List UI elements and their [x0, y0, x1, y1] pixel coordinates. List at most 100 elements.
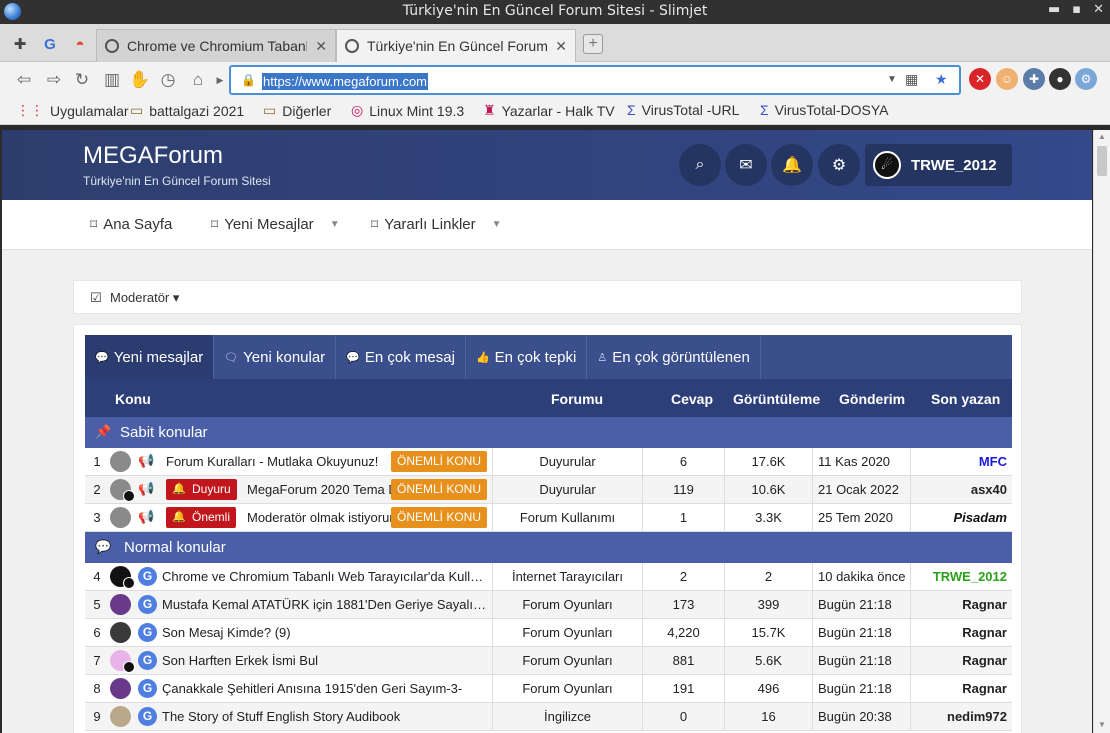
bookmark-halktv[interactable]: ♜ Yazarlar - Halk TV: [483, 102, 615, 119]
tab-megaforum[interactable]: Türkiye'nin En Güncel Forum Sitesi ✕: [336, 29, 576, 62]
forum-name[interactable]: Forum Kullanımı: [492, 504, 642, 531]
col-topic[interactable]: Konu: [115, 391, 151, 407]
avatar[interactable]: [110, 706, 131, 727]
back-arrow-icon[interactable]: ⇦: [12, 68, 36, 92]
search-icon[interactable]: ⌕: [679, 144, 721, 186]
qr-grid-icon[interactable]: ▦: [905, 71, 918, 88]
avatar[interactable]: [110, 594, 131, 615]
hand-icon[interactable]: ✋: [128, 68, 152, 92]
bookmark-linux-mint[interactable]: ◎ Linux Mint 19.3: [351, 102, 464, 119]
checkbox-icon[interactable]: ☑: [90, 290, 102, 306]
address-bar[interactable]: 🔒 https://www.megaforum.com ▼ ▦ ★: [229, 65, 961, 95]
col-sent[interactable]: Gönderim: [839, 391, 905, 407]
url-text[interactable]: https://www.megaforum.com: [262, 73, 428, 90]
table-row[interactable]: 3 📢 Önemli Moderatör olmak istiyorum ÖNE…: [85, 504, 1012, 532]
translate-icon[interactable]: G: [36, 30, 64, 58]
profile-icon[interactable]: ●: [1049, 68, 1071, 90]
bookmark-virustotal-dosya[interactable]: Σ VirusTotal-DOSYA: [760, 102, 889, 118]
tab-en-cok-mesaj[interactable]: 💬 En çok mesaj: [336, 335, 466, 379]
bookmark-battalgazi[interactable]: ▭ battalgazi 2021: [130, 102, 244, 119]
tab-chrome-article[interactable]: Chrome ve Chromium Tabanlı Web ✕: [96, 29, 336, 62]
colorful-app-icon[interactable]: ◓: [66, 30, 94, 58]
puzzle-icon[interactable]: ✚: [6, 30, 34, 58]
bell-icon[interactable]: 🔔: [771, 144, 813, 186]
minimize-button[interactable]: ▬: [1048, 2, 1060, 17]
mail-icon[interactable]: ✉: [725, 144, 767, 186]
bookmark-digerler[interactable]: ▭ Diğerler: [263, 102, 331, 119]
topic-title[interactable]: Son Mesaj Kimde? (9): [162, 619, 492, 646]
new-tab-button[interactable]: +: [583, 34, 603, 54]
gear-icon[interactable]: ⚙: [818, 144, 860, 186]
table-row[interactable]: 7 G Son Harften Erkek İsmi Bul Forum Oyu…: [85, 647, 1012, 675]
nav-ana-sayfa[interactable]: ⌑ Ana Sayfa: [90, 216, 172, 233]
avatar[interactable]: [110, 451, 131, 472]
tab-en-cok-goruntulenen[interactable]: ♙ En çok görüntülenen: [587, 335, 761, 379]
tab-yeni-mesajlar[interactable]: 💬 Yeni mesajlar: [85, 335, 215, 379]
extensions-puzzle-icon[interactable]: ✚: [1023, 68, 1045, 90]
nav-yararli-linkler[interactable]: ⌑ Yararlı Linkler ▼: [371, 216, 502, 233]
table-row[interactable]: 4 G Chrome ve Chromium Tabanlı Web Taray…: [85, 563, 1012, 591]
bookmark-apps[interactable]: ⋮⋮ Uygulamalar: [16, 102, 129, 119]
avatar[interactable]: [110, 678, 131, 699]
forum-name[interactable]: Forum Oyunları: [492, 619, 642, 646]
site-logo[interactable]: MEGAForum: [83, 142, 223, 170]
forum-name[interactable]: Forum Oyunları: [492, 675, 642, 702]
avatar[interactable]: [110, 622, 131, 643]
settings-gear-icon[interactable]: ⚙: [1075, 68, 1097, 90]
col-views[interactable]: Görüntüleme: [733, 391, 820, 407]
table-row[interactable]: 1 📢 Forum Kuralları - Mutlaka Okuyunuz! …: [85, 448, 1012, 476]
scrollbar-thumb[interactable]: [1097, 146, 1107, 176]
last-poster[interactable]: Ragnar: [910, 619, 1010, 646]
topic-title[interactable]: Chrome ve Chromium Tabanlı Web Tarayıcıl…: [162, 563, 492, 590]
topic-title[interactable]: Mustafa Kemal ATATÜRK için 1881'Den Geri…: [162, 591, 492, 618]
scroll-down-icon[interactable]: ▼: [1098, 720, 1106, 729]
last-poster[interactable]: Ragnar: [910, 647, 1010, 674]
maximize-button[interactable]: ▪: [1072, 2, 1081, 17]
table-row[interactable]: 2 📢 Duyuru MegaForum 2020 Tema Destek ÖN…: [85, 476, 1012, 504]
clock-icon[interactable]: ◷: [156, 68, 180, 92]
bookmark-virustotal-url[interactable]: Σ VirusTotal -URL: [627, 102, 739, 118]
col-replies[interactable]: Cevap: [671, 391, 713, 407]
dropdown-icon[interactable]: ▼: [887, 74, 897, 85]
last-poster[interactable]: TRWE_2012: [910, 563, 1010, 590]
tab-close-icon[interactable]: ✕: [315, 38, 327, 55]
table-row[interactable]: 8 G Çanakkale Şehitleri Anısına 1915'den…: [85, 675, 1012, 703]
tab-close-icon[interactable]: ✕: [555, 38, 567, 55]
last-poster[interactable]: nedim972: [910, 703, 1010, 730]
forum-name[interactable]: İnternet Tarayıcıları: [492, 563, 642, 590]
last-poster[interactable]: Pisadam: [910, 504, 1010, 531]
topic-title[interactable]: Çanakkale Şehitleri Anısına 1915'den Ger…: [162, 675, 492, 702]
bookmark-star-icon[interactable]: ★: [935, 71, 948, 88]
face-extension-icon[interactable]: ☺: [996, 68, 1018, 90]
close-window-button[interactable]: ✕: [1093, 2, 1104, 17]
topic-title[interactable]: Moderatör olmak istiyorum: [247, 504, 392, 531]
table-row[interactable]: 5 G Mustafa Kemal ATATÜRK için 1881'Den …: [85, 591, 1012, 619]
forward-arrow-icon[interactable]: ⇨: [42, 68, 66, 92]
adblock-icon[interactable]: ✕: [969, 68, 991, 90]
home-icon[interactable]: ⌂: [186, 68, 210, 92]
col-forum[interactable]: Forumu: [551, 391, 603, 407]
table-row[interactable]: 9 G The Story of Stuff English Story Aud…: [85, 703, 1012, 731]
forum-name[interactable]: Duyurular: [492, 476, 642, 503]
last-poster[interactable]: asx40: [910, 476, 1010, 503]
forum-name[interactable]: İngilizce: [492, 703, 642, 730]
last-poster[interactable]: Ragnar: [910, 675, 1010, 702]
topic-title[interactable]: Son Harften Erkek İsmi Bul: [162, 647, 492, 674]
user-menu-button[interactable]: ☄ TRWE_2012: [865, 144, 1012, 186]
forum-name[interactable]: Duyurular: [492, 448, 642, 475]
caret-down-icon[interactable]: ▼: [492, 219, 502, 230]
table-row[interactable]: 6 G Son Mesaj Kimde? (9) Forum Oyunları …: [85, 619, 1012, 647]
topic-title[interactable]: The Story of Stuff English Story Audiboo…: [162, 703, 492, 730]
reader-icon[interactable]: ▥: [100, 68, 124, 92]
forum-name[interactable]: Forum Oyunları: [492, 591, 642, 618]
last-poster[interactable]: MFC: [910, 448, 1010, 475]
tab-yeni-konular[interactable]: 🗨 Yeni konular: [214, 335, 337, 379]
avatar[interactable]: [110, 507, 131, 528]
forum-name[interactable]: Forum Oyunları: [492, 647, 642, 674]
nav-yeni-mesajlar[interactable]: ⌑ Yeni Mesajlar ▼: [211, 216, 340, 233]
tab-en-cok-tepki[interactable]: 👍 En çok tepki: [466, 335, 588, 379]
col-last[interactable]: Son yazan: [931, 391, 1000, 407]
caret-down-icon[interactable]: ▼: [330, 219, 340, 230]
last-poster[interactable]: Ragnar: [910, 591, 1010, 618]
page-scrollbar[interactable]: ▲ ▼: [1093, 130, 1110, 733]
